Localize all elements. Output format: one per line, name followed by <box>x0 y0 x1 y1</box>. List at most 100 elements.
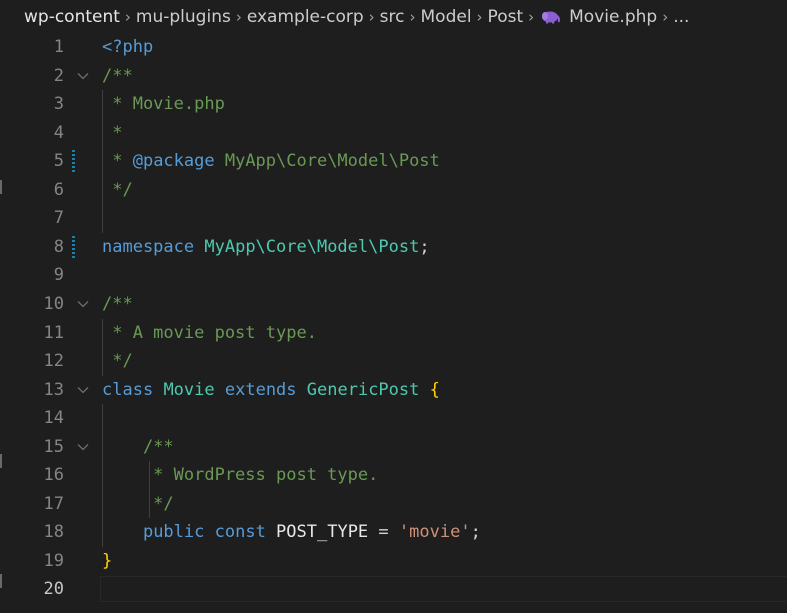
fold-chevron-icon[interactable] <box>76 290 90 319</box>
code-text: /** <box>102 62 133 91</box>
code-text: */ <box>102 490 174 519</box>
code-line[interactable]: 13 class Movie extends GenericPost { <box>0 376 787 405</box>
code-token: MyApp\Core\Model\Post <box>214 151 440 172</box>
code-token: ; <box>419 236 430 257</box>
line-number: 13 <box>43 379 64 400</box>
indent-guide <box>102 404 103 547</box>
code-token: 'movie' <box>398 522 471 543</box>
breadcrumb-item[interactable]: src <box>380 7 405 27</box>
code-line[interactable]: 11 * A movie post type. <box>0 319 787 348</box>
code-text: class Movie extends GenericPost { <box>102 376 440 405</box>
code-token: { <box>429 379 440 400</box>
code-line[interactable]: 1 <?php <box>0 33 787 62</box>
line-number: 12 <box>43 351 64 372</box>
line-number: 3 <box>53 94 64 115</box>
code-token: GenericPost <box>306 379 420 400</box>
code-line[interactable]: 6 */ <box>0 176 787 205</box>
code-token: public <box>142 522 205 543</box>
breadcrumb-item[interactable]: example-corp <box>247 7 364 27</box>
line-number: 2 <box>53 65 64 86</box>
code-token: class <box>102 379 154 400</box>
fold-chevron-icon[interactable] <box>76 62 90 91</box>
code-token: MyApp\Core\Model\Post <box>204 236 420 257</box>
code-line[interactable]: 7 <box>0 204 787 233</box>
code-text: /** <box>102 290 133 319</box>
code-line[interactable]: 3 * Movie.php <box>0 90 787 119</box>
code-line[interactable]: 16 * WordPress post type. <box>0 461 787 490</box>
code-token: POST_TYPE <box>265 522 379 543</box>
code-token: /** <box>142 436 174 457</box>
code-line[interactable]: 12 */ <box>0 347 787 376</box>
code-token: } <box>102 550 113 571</box>
code-token: <?php <box>102 37 154 57</box>
code-text: <?php <box>102 33 153 62</box>
fold-chevron-icon[interactable] <box>76 376 90 405</box>
line-number: 1 <box>53 37 64 57</box>
breadcrumb-item[interactable]: wp-content <box>24 7 120 27</box>
code-line[interactable]: 14 <box>0 404 787 433</box>
breadcrumb-overflow[interactable]: ... <box>673 7 689 27</box>
line-number: 18 <box>43 522 64 543</box>
code-token: */ <box>102 493 174 514</box>
code-token: */ <box>102 351 133 372</box>
code-text: /** <box>102 433 174 462</box>
code-text: public const POST_TYPE = 'movie'; <box>102 518 481 547</box>
code-line[interactable]: 15 /** <box>0 433 787 462</box>
side-panel-edge <box>0 574 2 588</box>
code-text: */ <box>102 347 133 376</box>
code-line[interactable]: 9 <box>0 261 787 290</box>
chevron-right-icon: › <box>662 7 669 26</box>
code-token: = <box>378 522 389 543</box>
chevron-right-icon: › <box>476 7 483 26</box>
code-token: * <box>102 151 133 172</box>
code-line[interactable]: 8 namespace MyApp\Core\Model\Post; <box>0 233 787 262</box>
php-elephant-icon <box>542 11 561 23</box>
code-text: * A movie post type. <box>102 319 317 348</box>
code-token: const <box>214 522 266 543</box>
indent-guide <box>149 461 150 519</box>
line-number: 14 <box>43 408 64 429</box>
breadcrumb-file[interactable]: Movie.php <box>569 7 657 27</box>
fold-chevron-icon[interactable] <box>76 433 90 462</box>
code-line[interactable]: 10 /** <box>0 290 787 319</box>
code-token: /** <box>102 65 133 86</box>
line-number: 8 <box>53 236 64 257</box>
code-text: namespace MyApp\Core\Model\Post; <box>102 233 430 262</box>
breadcrumb-item[interactable]: Post <box>488 7 524 27</box>
code-token: * WordPress post type. <box>102 465 379 486</box>
code-token: * Movie.php <box>102 94 225 115</box>
code-text: * <box>102 119 122 148</box>
code-token: namespace <box>102 236 195 257</box>
code-line[interactable]: 20 <box>0 575 787 604</box>
line-number: 17 <box>43 493 64 514</box>
code-line[interactable]: 19} <box>0 547 787 576</box>
line-number: 9 <box>53 265 64 286</box>
chevron-right-icon: › <box>409 7 416 26</box>
side-panel-edge <box>0 180 2 194</box>
modified-line-marker[interactable] <box>72 235 75 258</box>
modified-line-marker[interactable] <box>72 150 75 173</box>
code-token: @package <box>132 151 215 172</box>
chevron-right-icon: › <box>368 7 375 26</box>
side-panel-edge <box>0 454 2 468</box>
line-number: 20 <box>43 579 64 600</box>
code-line[interactable]: 17 */ <box>0 490 787 519</box>
breadcrumb-item[interactable]: Model <box>421 7 472 27</box>
code-text: */ <box>102 176 132 205</box>
breadcrumb-item[interactable]: mu-plugins <box>136 7 231 27</box>
code-line[interactable]: 18 public const POST_TYPE = 'movie'; <box>0 518 787 547</box>
indent-guide <box>102 318 103 376</box>
code-line[interactable]: 5 * @package MyApp\Core\Model\Post <box>0 147 787 176</box>
code-line[interactable]: 4 * <box>0 119 787 148</box>
code-editor[interactable]: 1 <?php 2/** 3 * Movie.php 4 * 5 * @package M… <box>0 33 787 613</box>
code-line[interactable]: 2 /** <box>0 62 787 91</box>
breadcrumb: wp-content › mu-plugins › example-corp › src › M… <box>0 0 787 33</box>
code-token: * A movie post type. <box>102 322 317 343</box>
code-text: * Movie.php <box>102 90 225 119</box>
